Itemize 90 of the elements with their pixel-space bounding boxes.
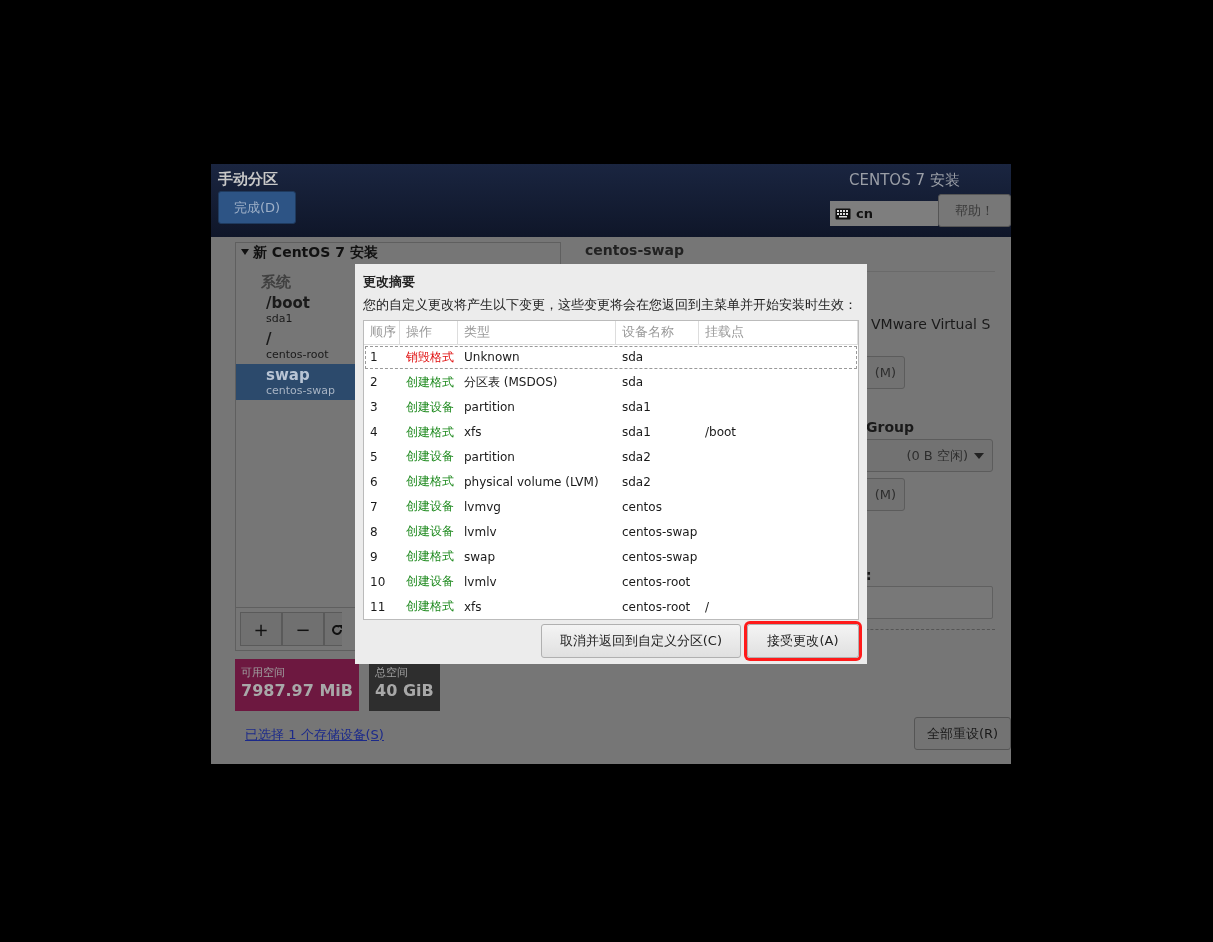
page-title: 手动分区 [218, 170, 279, 189]
table-row[interactable]: 11 创建格式 xfs centos-root / [365, 595, 857, 618]
type-cell-text: partition [463, 449, 515, 464]
action-cell-text: 创建设备 [405, 498, 454, 516]
available-space-label: 可用空间 [241, 665, 285, 680]
keyboard-icon [835, 207, 851, 220]
action-cell-text: 创建设备 [405, 398, 454, 416]
order-cell-text: 6 [369, 474, 378, 489]
keyboard-layout-field[interactable]: cn [830, 201, 938, 226]
cancel-button[interactable]: 取消并返回到自定义分区(C) [540, 624, 741, 658]
action-cell-text: 创建格式 [405, 598, 454, 615]
table-row[interactable]: 1 销毁格式 Unknown sda [365, 345, 857, 369]
action-cell-text: 创建设备 [405, 523, 454, 541]
order-cell-text: 8 [369, 524, 378, 539]
order-cell-text: 10 [369, 574, 386, 589]
mount-cell-text: /boot [704, 425, 737, 440]
device-label: centos-root [266, 348, 329, 361]
device-cell-text: sda [621, 375, 644, 390]
total-space-value: 40 GiB [375, 680, 434, 702]
type-cell-text: 分区表 (MSDOS) [463, 373, 558, 391]
device-cell-text: centos [621, 499, 662, 514]
action-cell-text: 创建格式 [405, 473, 454, 491]
field-label: : [866, 567, 872, 583]
type-cell-text: Unknown [463, 350, 520, 365]
order-cell-text: 2 [369, 375, 378, 390]
device-cell-text: sda2 [621, 474, 651, 489]
product-title: CENTOS 7 安装 [849, 171, 961, 190]
type-cell-text: xfs [463, 425, 482, 440]
dialog-message: 您的自定义更改将产生以下变更，这些变更将会在您返回到主菜单并开始安装时生效： [363, 297, 858, 314]
device-cell-text: centos-swap [621, 524, 698, 539]
table-row[interactable]: 9 创建格式 swap centos-swap [365, 545, 857, 569]
order-cell-text: 9 [369, 549, 378, 564]
mount-point-label: /boot [266, 295, 310, 312]
refresh-icon [331, 623, 342, 636]
order-cell-text: 3 [369, 400, 378, 415]
device-cell-text: sda1 [621, 400, 651, 415]
device-cell-text: sda1 [621, 425, 651, 440]
type-cell-text: physical volume (LVM) [463, 474, 599, 489]
type-cell-text: xfs [463, 599, 482, 614]
add-button[interactable]: + [240, 612, 282, 646]
type-cell-text: lvmvg [463, 499, 501, 514]
type-cell-text: partition [463, 400, 515, 415]
column-header[interactable]: 顺序 [364, 321, 400, 344]
column-header[interactable]: 操作 [400, 321, 458, 344]
dialog-title: 更改摘要 [363, 273, 416, 291]
available-space-value: 7987.97 MiB [241, 680, 354, 702]
expander-icon[interactable] [240, 248, 250, 256]
table-row[interactable]: 3 创建设备 partition sda1 [365, 395, 857, 419]
action-cell-text: 销毁格式 [405, 348, 454, 366]
action-cell-text: 创建格式 [405, 423, 454, 441]
device-label: sda1 [266, 312, 293, 325]
volume-group-label: Group [866, 419, 914, 435]
type-cell-text: swap [463, 549, 496, 564]
device-cell-text: centos-root [621, 599, 691, 614]
type-cell-text: lvmlv [463, 524, 497, 539]
remove-button[interactable]: − [282, 612, 324, 646]
column-header[interactable]: 类型 [458, 321, 616, 344]
mount-point-label: / [266, 331, 272, 348]
total-space-label: 总空间 [375, 665, 409, 680]
action-cell-text: 创建设备 [405, 573, 454, 591]
order-cell-text: 11 [369, 599, 386, 614]
device-label: centos-swap [266, 384, 335, 397]
help-button[interactable]: 帮助！ [938, 194, 1011, 227]
order-cell-text: 7 [369, 499, 378, 514]
refresh-button[interactable] [324, 612, 342, 646]
table-row[interactable]: 10 创建设备 lvmlv centos-root [365, 570, 857, 594]
device-description: VMware Virtual S [871, 316, 991, 332]
device-heading: centos-swap [585, 242, 684, 258]
device-cell-text: sda [621, 350, 644, 365]
mount-cell-text: / [704, 599, 710, 614]
order-cell-text: 4 [369, 425, 378, 440]
caret-icon [974, 452, 984, 459]
action-cell-text: 创建设备 [405, 448, 454, 466]
order-cell-text: 5 [369, 449, 378, 464]
reset-all-button[interactable]: 全部重设(R) [914, 717, 1011, 750]
action-cell-text: 创建格式 [405, 373, 454, 391]
done-button[interactable]: 完成(D) [218, 191, 296, 224]
table-row[interactable]: 8 创建设备 lvmlv centos-swap [365, 520, 857, 544]
order-cell-text: 1 [369, 350, 378, 365]
tree-root-label: 新 CentOS 7 安装 [253, 244, 378, 260]
device-cell-text: sda2 [621, 449, 651, 464]
accept-button[interactable]: 接受更改(A) [747, 624, 859, 658]
type-cell-text: lvmlv [463, 574, 497, 589]
column-header[interactable]: 挂载点 [699, 321, 858, 344]
mount-point-label: swap [266, 367, 310, 384]
action-cell-text: 创建格式 [405, 548, 454, 566]
selected-storage-link[interactable]: 已选择 1 个存储设备(S) [245, 726, 384, 744]
device-cell-text: centos-root [621, 574, 691, 589]
column-header[interactable]: 设备名称 [616, 321, 699, 344]
device-cell-text: centos-swap [621, 549, 698, 564]
